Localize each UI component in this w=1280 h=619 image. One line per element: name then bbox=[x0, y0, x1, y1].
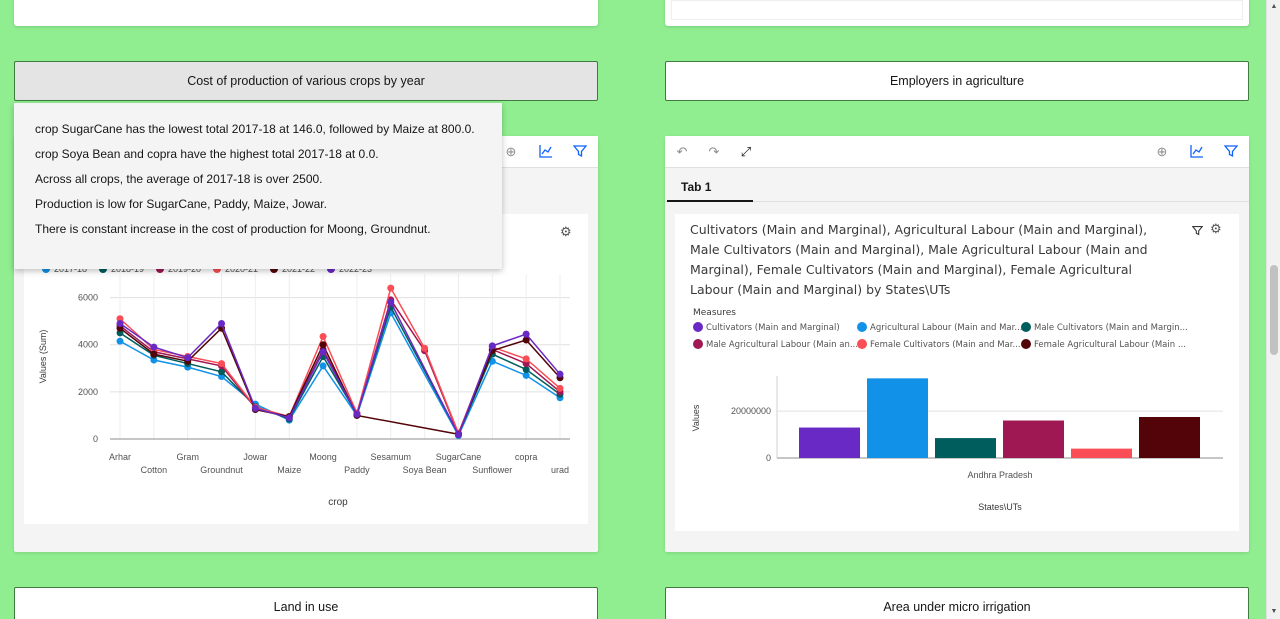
page-scrollbar[interactable]: ▲ ▼ bbox=[1266, 0, 1280, 619]
insights-tooltip: crop SugarCane has the lowest total 2017… bbox=[14, 103, 502, 269]
x-tick-label: Gram bbox=[176, 452, 199, 462]
x-tick-label: Cotton bbox=[141, 465, 168, 475]
redo-icon[interactable]: ↷ bbox=[706, 144, 722, 160]
previous-card-right bbox=[665, 0, 1249, 26]
insight-4: Production is low for SugarCane, Paddy, … bbox=[35, 197, 327, 211]
data-point bbox=[522, 330, 530, 338]
bar-chart: 0 20000000 Andhra Pradesh States\UTs Values bbox=[691, 376, 1223, 512]
previous-card-left bbox=[14, 0, 598, 26]
x-tick-label: Soya Bean bbox=[403, 465, 447, 475]
expand-icon[interactable]: ⤢ bbox=[738, 144, 754, 160]
x-tick-label: Jowar bbox=[243, 452, 267, 462]
data-point bbox=[319, 332, 327, 340]
y-tick-label: 6000 bbox=[78, 293, 98, 303]
x-tick-label: Paddy bbox=[344, 465, 370, 475]
bar bbox=[1003, 420, 1064, 458]
x-tick-label: Sunflower bbox=[472, 465, 512, 475]
chart-type-icon[interactable] bbox=[538, 144, 554, 160]
bar bbox=[935, 438, 996, 458]
chart-type-icon[interactable] bbox=[1189, 144, 1205, 160]
insight-5: There is constant increase in the cost o… bbox=[35, 222, 431, 236]
insight-3: Across all crops, the average of 2017-18… bbox=[35, 172, 323, 186]
data-point bbox=[556, 384, 564, 392]
employers-in-agriculture-button[interactable]: Employers in agriculture bbox=[665, 61, 1249, 101]
data-point bbox=[319, 341, 327, 349]
scroll-down-icon[interactable]: ▼ bbox=[1267, 605, 1280, 619]
y-axis-title: Values bbox=[691, 404, 701, 431]
previous-card-inner bbox=[671, 0, 1243, 20]
y-tick-label: 20000000 bbox=[731, 406, 771, 416]
micro-irrigation-button[interactable]: Area under micro irrigation bbox=[665, 587, 1249, 619]
bar bbox=[1071, 448, 1132, 458]
data-point bbox=[319, 362, 327, 370]
data-point bbox=[184, 354, 192, 362]
tab-1[interactable]: Tab 1 bbox=[667, 168, 753, 202]
bar bbox=[867, 378, 928, 458]
data-point bbox=[285, 414, 293, 422]
y-tick-label: 4000 bbox=[78, 340, 98, 350]
x-tick-label: SugarCane bbox=[436, 452, 482, 462]
data-point bbox=[387, 284, 395, 292]
bar bbox=[1139, 417, 1200, 458]
x-tick-label: Andhra Pradesh bbox=[967, 470, 1032, 480]
data-point bbox=[319, 348, 327, 356]
zoom-icon[interactable]: ⊕ bbox=[503, 144, 519, 160]
bar-chart-card: Cultivators (Main and Marginal), Agricul… bbox=[675, 214, 1239, 531]
data-point bbox=[421, 344, 429, 352]
filter-icon[interactable] bbox=[1223, 144, 1239, 160]
cost-of-production-button[interactable]: Cost of production of various crops by y… bbox=[14, 61, 598, 101]
data-point bbox=[116, 337, 124, 345]
data-point bbox=[116, 320, 124, 327]
x-tick-label: Maize bbox=[277, 465, 301, 475]
land-in-use-button[interactable]: Land in use bbox=[14, 587, 598, 619]
data-point bbox=[251, 404, 259, 412]
insight-1: crop SugarCane has the lowest total 2017… bbox=[35, 122, 475, 136]
filter-icon[interactable] bbox=[572, 144, 588, 160]
scroll-thumb[interactable] bbox=[1270, 265, 1278, 355]
data-point bbox=[387, 298, 395, 306]
tab-bar: Tab 1 bbox=[665, 168, 1249, 202]
data-point bbox=[454, 431, 462, 439]
scroll-up-icon[interactable]: ▲ bbox=[1267, 0, 1280, 14]
y-axis-title: Values (Sum) bbox=[38, 330, 48, 384]
x-tick-label: Moong bbox=[309, 452, 337, 462]
series-line bbox=[119, 305, 561, 437]
data-point bbox=[150, 350, 158, 358]
data-point bbox=[353, 410, 361, 418]
y-tick-label: 2000 bbox=[78, 387, 98, 397]
x-tick-label: urad bbox=[551, 465, 569, 475]
undo-icon[interactable]: ↶ bbox=[674, 144, 690, 160]
employers-chart-panel: ↶ ↷ ⤢ ⊕ Tab 1 Cultivators (Main and Marg… bbox=[665, 136, 1249, 552]
data-point bbox=[556, 370, 564, 378]
right-toolbar: ↶ ↷ ⤢ ⊕ bbox=[665, 136, 1249, 168]
x-axis-title: crop bbox=[328, 497, 348, 508]
data-point bbox=[150, 343, 158, 351]
data-point bbox=[218, 360, 226, 368]
bar bbox=[799, 427, 860, 458]
insight-2: crop Soya Bean and copra have the highes… bbox=[35, 147, 379, 161]
data-point bbox=[522, 355, 530, 363]
y-tick-label: 0 bbox=[93, 434, 98, 444]
data-point bbox=[488, 342, 496, 350]
x-tick-label: Sesamum bbox=[371, 452, 412, 462]
zoom-icon[interactable]: ⊕ bbox=[1154, 144, 1170, 160]
y-tick-label: 0 bbox=[766, 453, 771, 463]
x-axis-title: States\UTs bbox=[978, 502, 1022, 512]
data-point bbox=[218, 320, 226, 327]
x-tick-label: copra bbox=[515, 452, 538, 462]
x-tick-label: Groundnut bbox=[200, 465, 243, 475]
x-tick-label: Arhar bbox=[109, 452, 131, 462]
